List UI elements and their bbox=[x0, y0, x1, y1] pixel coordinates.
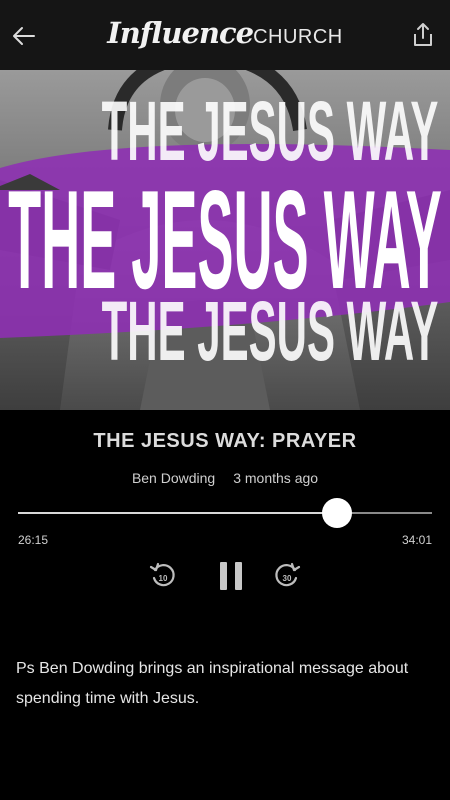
episode-description: Ps Ben Dowding brings an inspirational m… bbox=[16, 660, 409, 707]
sermon-artwork-image: THE JESUS WAY THE JESUS WAY THE JESUS WA… bbox=[0, 70, 450, 410]
forward-icon: 30 bbox=[275, 562, 301, 587]
episode-title: THE JESUS WAY: PRAYER bbox=[93, 430, 357, 452]
posted-date: 3 months ago bbox=[233, 470, 319, 486]
app-header: InfluenceCHURCH bbox=[0, 0, 450, 70]
progress-slider[interactable] bbox=[18, 498, 432, 528]
rewind-10-button[interactable]: 10 bbox=[149, 561, 177, 589]
forward-30-button[interactable]: 30 bbox=[273, 561, 301, 589]
rewind-seconds-label: 10 bbox=[159, 574, 168, 583]
pause-icon bbox=[220, 562, 242, 590]
progress-thumb[interactable] bbox=[322, 498, 353, 528]
current-time: 26:15 bbox=[18, 533, 49, 547]
artwork-echo-top: THE JESUS WAY bbox=[102, 85, 439, 179]
artwork-echo-bottom: THE JESUS WAY bbox=[102, 285, 439, 379]
share-upload-icon bbox=[414, 23, 432, 46]
forward-seconds-label: 30 bbox=[283, 574, 292, 583]
rewind-icon: 10 bbox=[149, 562, 175, 587]
sermon-artwork: THE JESUS WAY THE JESUS WAY THE JESUS WA… bbox=[0, 70, 450, 410]
episode-meta: Ben Dowding 3 months ago bbox=[0, 470, 450, 486]
logo-church-text: CHURCH bbox=[253, 26, 343, 48]
logo-script-text: Influence bbox=[107, 16, 254, 50]
progress-fill bbox=[18, 512, 338, 514]
pause-button[interactable] bbox=[217, 561, 245, 591]
total-time: 34:01 bbox=[401, 533, 432, 547]
speaker-name: Ben Dowding bbox=[131, 470, 216, 486]
influence-church-logo: InfluenceCHURCH bbox=[0, 16, 450, 50]
share-button[interactable] bbox=[408, 20, 438, 50]
